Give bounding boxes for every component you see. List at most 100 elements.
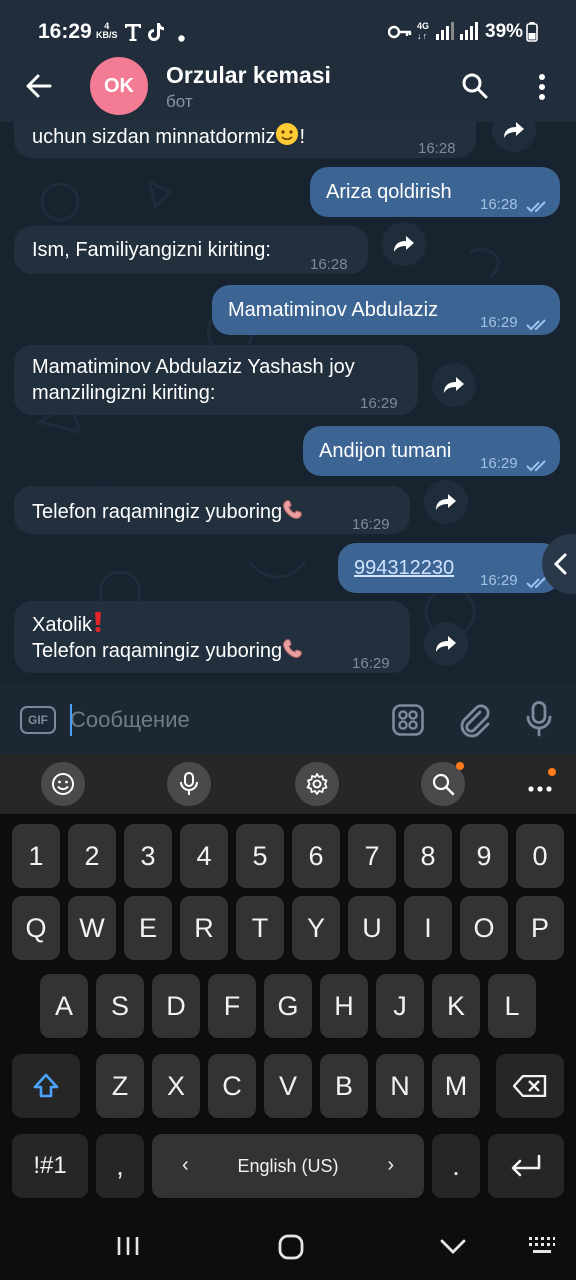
key-y[interactable]: Y	[292, 896, 340, 960]
keyboard: 1 2 3 4 5 6 7 8 9 0 Q W E R T Y U I O P …	[0, 814, 576, 1210]
key-u[interactable]: U	[348, 896, 396, 960]
recents-icon[interactable]	[117, 1236, 139, 1261]
key-t[interactable]: T	[236, 896, 284, 960]
key-c[interactable]: C	[208, 1054, 256, 1118]
status-time: 16:29	[38, 20, 92, 43]
avatar[interactable]: OK	[90, 57, 148, 115]
key-l[interactable]: L	[488, 974, 536, 1038]
symbols-key[interactable]: !#1	[12, 1134, 88, 1198]
space-key[interactable]: ‹ English (US) ›	[152, 1134, 424, 1198]
slightly-smiling-face-icon	[275, 122, 299, 153]
key-b[interactable]: B	[320, 1054, 368, 1118]
backspace-icon	[513, 1075, 547, 1097]
message-text-line1: Mamatiminov Abdulaziz Yashash joy	[32, 356, 355, 378]
key-n[interactable]: N	[376, 1054, 424, 1118]
backspace-key[interactable]	[496, 1054, 564, 1118]
key-g[interactable]: G	[264, 974, 312, 1038]
search-icon[interactable]	[461, 72, 489, 105]
network-speed: 4 KB/S	[96, 22, 118, 40]
key-d[interactable]: D	[152, 974, 200, 1038]
message-outgoing[interactable]: Ariza qoldirish 16:28	[310, 167, 560, 217]
key-7[interactable]: 7	[348, 824, 396, 888]
forward-icon[interactable]	[432, 363, 476, 407]
chevron-left-icon: ‹	[182, 1154, 189, 1176]
sticker-grid-icon[interactable]	[392, 704, 424, 741]
key-0[interactable]: 0	[516, 824, 564, 888]
key-m[interactable]: M	[432, 1054, 480, 1118]
gif-button[interactable]: GIF	[20, 706, 56, 734]
key-5[interactable]: 5	[236, 824, 284, 888]
message-outgoing[interactable]: Mamatiminov Abdulaziz 16:29	[212, 285, 560, 335]
shift-key[interactable]	[12, 1054, 80, 1118]
comma-key[interactable]: ,	[96, 1134, 144, 1198]
telephone-receiver-icon	[282, 637, 306, 666]
space-key-label: English (US)	[237, 1155, 339, 1176]
message-incoming[interactable]: Telefon raqamingiz yuboring 16:29	[14, 486, 410, 534]
voice-input-icon[interactable]	[167, 762, 211, 806]
key-p[interactable]: P	[516, 896, 564, 960]
key-2[interactable]: 2	[68, 824, 116, 888]
key-s[interactable]: S	[96, 974, 144, 1038]
status-bar: 16:29 4 KB/S 4G ↓↑ 39%	[0, 0, 576, 62]
key-v[interactable]: V	[264, 1054, 312, 1118]
key-1[interactable]: 1	[12, 824, 60, 888]
message-outgoing[interactable]: Andijon tumani 16:29	[303, 426, 560, 476]
paperclip-icon[interactable]	[458, 702, 490, 743]
message-outgoing[interactable]: 994312230 16:29	[338, 543, 560, 593]
microphone-icon[interactable]	[526, 701, 552, 742]
message-time: 16:29	[360, 395, 398, 412]
message-incoming[interactable]: Ism, Familiyangizni kiriting: 16:28	[14, 226, 368, 274]
key-z[interactable]: Z	[96, 1054, 144, 1118]
key-9[interactable]: 9	[460, 824, 508, 888]
phone-number-link[interactable]: 994312230	[354, 556, 454, 581]
telephone-receiver-icon	[282, 498, 306, 527]
key-4[interactable]: 4	[180, 824, 228, 888]
enter-key[interactable]	[488, 1134, 564, 1198]
message-time: 16:28	[480, 196, 518, 213]
key-6[interactable]: 6	[292, 824, 340, 888]
key-a[interactable]: A	[40, 974, 88, 1038]
key-k[interactable]: K	[432, 974, 480, 1038]
key-x[interactable]: X	[152, 1054, 200, 1118]
key-o[interactable]: O	[460, 896, 508, 960]
back-chevron-icon[interactable]	[440, 1239, 466, 1260]
message-incoming[interactable]: uchun sizdan minnatdormiz! 16:28	[14, 122, 476, 158]
message-input[interactable]	[70, 702, 370, 738]
key-q[interactable]: Q	[12, 896, 60, 960]
key-j[interactable]: J	[376, 974, 424, 1038]
keyboard-toggle-icon[interactable]	[528, 1236, 556, 1261]
arrow-left-icon[interactable]	[26, 74, 52, 103]
key-h[interactable]: H	[320, 974, 368, 1038]
forward-icon[interactable]	[382, 222, 426, 266]
message-text-suffix: !	[299, 125, 306, 148]
forward-icon[interactable]	[424, 622, 468, 666]
shift-arrow-icon	[33, 1073, 59, 1098]
message-time: 16:29	[352, 516, 390, 533]
key-3[interactable]: 3	[124, 824, 172, 888]
notification-dot	[548, 768, 556, 776]
emoji-icon[interactable]	[41, 762, 85, 806]
tiktok-icon	[146, 22, 166, 47]
network-type-label: 4G	[417, 21, 430, 31]
key-w[interactable]: W	[68, 896, 116, 960]
chat-title[interactable]: Orzular kemasi	[166, 62, 331, 89]
key-r[interactable]: R	[180, 896, 228, 960]
system-nav-bar	[0, 1210, 576, 1280]
key-8[interactable]: 8	[404, 824, 452, 888]
key-i[interactable]: I	[404, 896, 452, 960]
chat-area[interactable]: uchun sizdan minnatdormiz! 16:28 Ariza q…	[0, 122, 576, 684]
more-vertical-icon[interactable]	[538, 74, 546, 105]
settings-icon[interactable]	[295, 762, 339, 806]
home-icon[interactable]	[278, 1234, 304, 1265]
period-key[interactable]: .	[432, 1134, 480, 1198]
double-check-icon	[526, 454, 548, 479]
forward-icon[interactable]	[424, 480, 468, 524]
message-incoming[interactable]: Xatolik Telefon raqamingiz yuboring 16:2…	[14, 601, 410, 673]
key-e[interactable]: E	[124, 896, 172, 960]
key-f[interactable]: F	[208, 974, 256, 1038]
battery-icon	[526, 22, 538, 47]
more-icon[interactable]	[528, 780, 552, 798]
message-time: 16:29	[480, 314, 518, 331]
chevron-right-icon: ›	[387, 1154, 394, 1176]
message-incoming[interactable]: Mamatiminov Abdulaziz Yashash joy manzil…	[14, 345, 418, 415]
